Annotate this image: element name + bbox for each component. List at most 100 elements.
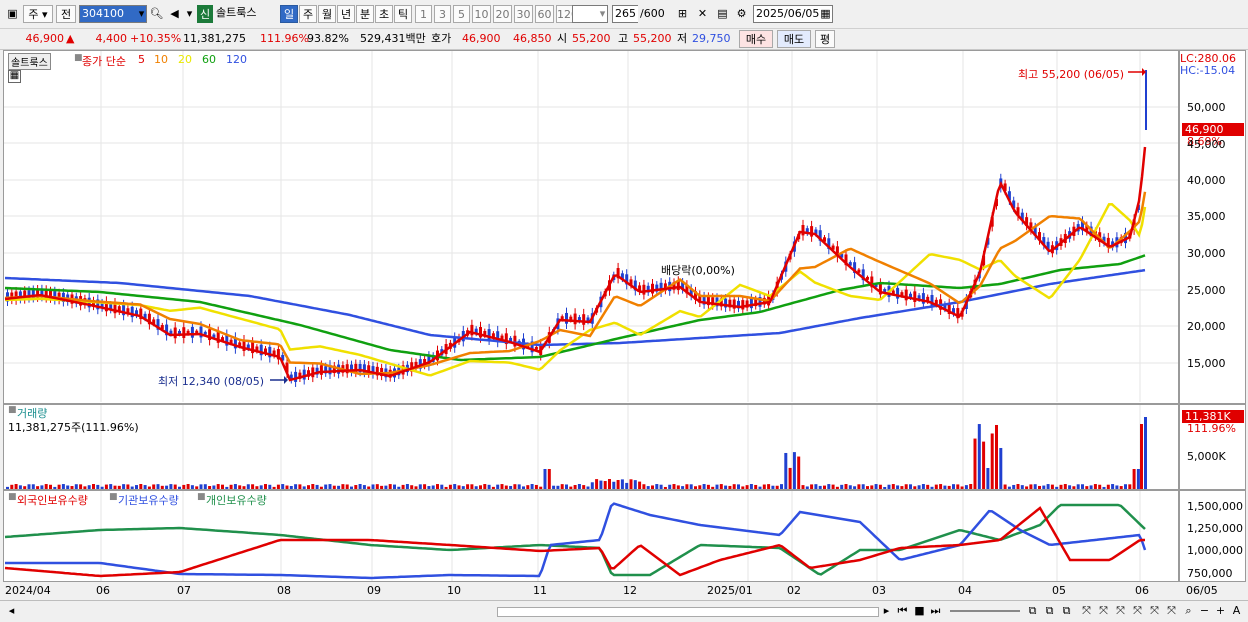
volume-bar: [775, 485, 779, 489]
volume-bar: [694, 486, 697, 489]
rewind-icon[interactable]: ⏮: [894, 602, 911, 620]
volume-bar: [337, 485, 341, 489]
volume-bar: [685, 484, 689, 489]
volume-bar: [823, 485, 826, 489]
price-y-tick: 50,000: [1187, 101, 1226, 114]
volume-bar: [969, 484, 973, 489]
volume-bar: [96, 484, 100, 489]
volume-bar: [663, 486, 667, 489]
plus-icon[interactable]: +: [1212, 602, 1229, 620]
scroll-right-icon[interactable]: ▸: [878, 602, 895, 620]
volume-bar: [608, 479, 611, 489]
volume-bar: [1042, 485, 1046, 489]
volume-bar: [281, 484, 285, 489]
volume-bar: [401, 484, 405, 489]
volume-bar: [487, 484, 491, 489]
volume-bar: [616, 480, 620, 489]
volume-bar: [126, 484, 130, 489]
volume-bar: [345, 484, 349, 489]
dividend-annotation: 배당락(0,00%): [661, 264, 735, 277]
volume-bar: [1136, 469, 1140, 489]
volume-bar: [380, 485, 384, 489]
volume-bar: [500, 484, 504, 489]
volume-bar: [827, 484, 831, 489]
zoom-slider[interactable]: [950, 610, 1020, 612]
volume-bar: [560, 484, 564, 489]
x-axis-label: 04: [958, 584, 972, 597]
tool4-icon[interactable]: ⤧: [1129, 602, 1146, 620]
x-axis-label: 2024/04: [5, 584, 51, 597]
volume-bar: [904, 484, 908, 489]
volume-bar: [246, 484, 250, 489]
tool2-icon[interactable]: ⤧: [1095, 602, 1112, 620]
volume-bar: [371, 484, 375, 489]
volume-bar: [878, 484, 882, 489]
volume-bar: [784, 452, 788, 489]
magnify-icon[interactable]: ⌕: [1180, 602, 1197, 620]
forward-icon[interactable]: ⏭: [927, 602, 944, 620]
volume-bar: [44, 484, 48, 489]
scroll-left-icon[interactable]: ◂: [3, 602, 20, 620]
volume-bar: [53, 486, 57, 489]
candle-body: [190, 326, 194, 338]
volume-bar: [509, 485, 513, 489]
volume-bar: [229, 484, 233, 489]
volume-bar: [1055, 486, 1059, 489]
volume-bar: [603, 481, 607, 489]
volume-bar: [844, 484, 848, 489]
volume-bar: [14, 484, 18, 489]
investor-legend-item: 개인보유수량: [206, 494, 267, 507]
ma-legend-item: 120: [226, 53, 247, 66]
scroll-thumb[interactable]: [497, 607, 879, 617]
tool3-icon[interactable]: ⤧: [1112, 602, 1129, 620]
volume-bar: [530, 484, 534, 489]
volume-bar: [182, 484, 186, 489]
volume-bar: [66, 485, 70, 489]
volume-bar: [655, 484, 659, 489]
stock-label[interactable]: 솔트룩스: [8, 53, 51, 70]
layout3-icon[interactable]: ⧉: [1058, 602, 1075, 620]
volume-bar: [332, 485, 336, 489]
volume-bar: [569, 486, 573, 489]
volume-bar: [612, 481, 616, 489]
ma-legend-item: 5: [138, 53, 145, 66]
low-annotation: 최저 12,340 (08/05): [158, 375, 265, 388]
volume-bar: [539, 486, 543, 489]
investor-legend-item: 기관보유수량: [118, 494, 179, 507]
volume-bar: [1033, 484, 1037, 489]
price-y-tick: 35,000: [1187, 210, 1226, 223]
volume-bar: [255, 486, 259, 489]
volume-bar: [1025, 486, 1029, 489]
volume-bar: [986, 468, 990, 489]
tool-icon[interactable]: ⤧: [1078, 602, 1095, 620]
volume-bar: [921, 484, 925, 489]
volume-bar: [40, 485, 44, 489]
volume-bar: [840, 484, 844, 489]
volume-bar: [943, 485, 947, 489]
volume-bar: [758, 486, 762, 489]
volume-bar: [1059, 484, 1063, 489]
volume-bar: [152, 484, 156, 489]
volume-bar: [741, 486, 745, 489]
volume-bar: [672, 484, 676, 489]
volume-bar: [1119, 486, 1123, 489]
investor-y-tick: 1,500,000: [1187, 500, 1243, 513]
volume-bar: [706, 484, 710, 489]
volume-bar: [285, 485, 289, 489]
volume-bar: [113, 485, 117, 489]
minus-icon[interactable]: −: [1196, 602, 1213, 620]
tool5-icon[interactable]: ⤧: [1146, 602, 1163, 620]
stop-icon[interactable]: ■: [911, 602, 928, 620]
volume-bar: [1093, 484, 1097, 489]
table-icon[interactable]: ▦: [8, 70, 21, 83]
layout2-icon[interactable]: ⧉: [1041, 602, 1058, 620]
volume-bar: [861, 484, 865, 489]
font-icon[interactable]: A: [1228, 602, 1245, 620]
tool6-icon[interactable]: ⤧: [1163, 602, 1180, 620]
volume-bar: [926, 484, 930, 489]
volume-bar: [646, 486, 650, 489]
volume-bar: [1046, 484, 1050, 489]
layout-icon[interactable]: ⧉: [1024, 602, 1041, 620]
x-axis-label: 05: [1052, 584, 1066, 597]
volume-bar: [156, 484, 160, 489]
